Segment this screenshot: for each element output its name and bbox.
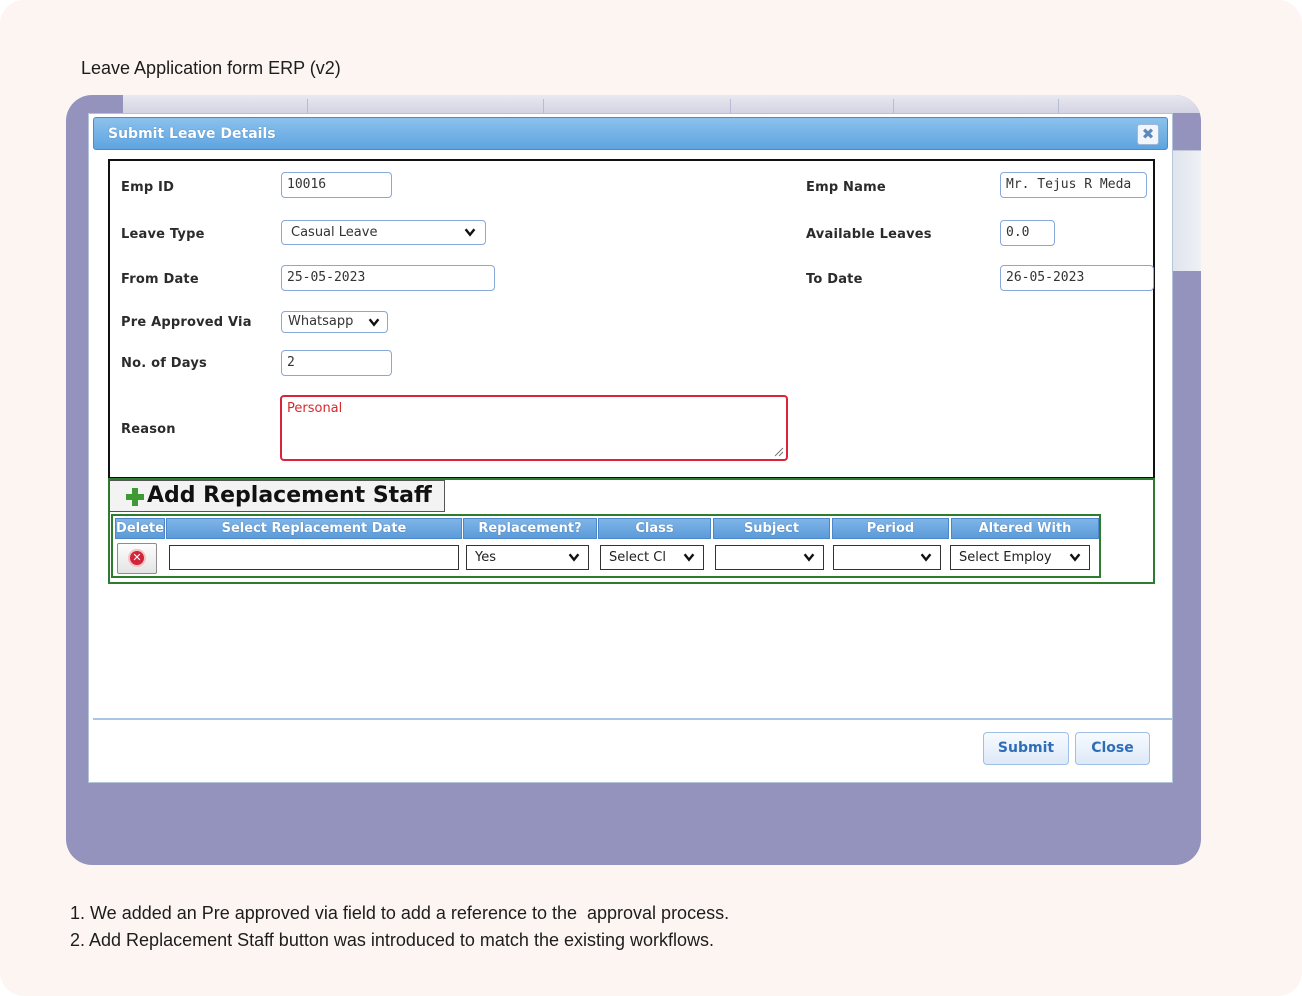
plus-icon — [126, 488, 144, 506]
dialog-titlebar[interactable]: Submit Leave Details ✖ — [93, 117, 1168, 150]
emp-id-field[interactable]: 10016 — [281, 172, 392, 198]
from-date-label: From Date — [121, 272, 199, 287]
chevron-down-icon — [568, 553, 580, 562]
col-replacement-date: Select Replacement Date — [166, 518, 462, 539]
replacement-table: Delete Select Replacement Date Replaceme… — [111, 514, 1101, 578]
replacement-date-input[interactable] — [169, 545, 459, 570]
chevron-down-icon — [464, 228, 476, 237]
emp-name-label: Emp Name — [806, 180, 886, 195]
add-replacement-staff-button[interactable]: Add Replacement Staff — [109, 480, 445, 512]
add-replacement-staff-label: Add Replacement Staff — [147, 483, 432, 508]
submit-button[interactable]: Submit — [983, 732, 1069, 765]
pre-approved-via-label: Pre Approved Via — [121, 315, 252, 330]
delete-icon: ✕ — [128, 549, 146, 567]
col-replacement: Replacement? — [463, 518, 597, 539]
background-tab-strip — [123, 95, 1201, 113]
page-canvas: Leave Application form ERP (v2) Submit L… — [0, 0, 1302, 996]
altered-with-value: Select Employ — [959, 550, 1052, 565]
reason-label: Reason — [121, 422, 176, 437]
col-subject: Subject — [713, 518, 830, 539]
col-period: Period — [832, 518, 949, 539]
resize-grip-icon[interactable] — [773, 446, 784, 457]
chevron-down-icon — [368, 318, 380, 327]
chevron-down-icon — [920, 553, 932, 562]
reason-textarea[interactable]: Personal — [280, 395, 788, 461]
available-leaves-field[interactable]: 0.0 — [1000, 220, 1055, 246]
reason-value: Personal — [287, 401, 343, 416]
altered-with-select[interactable]: Select Employ — [950, 545, 1090, 570]
no-of-days-field[interactable]: 2 — [281, 350, 392, 376]
col-altered-with: Altered With — [951, 518, 1099, 539]
note-item: 2. Add Replacement Staff button was intr… — [70, 930, 715, 950]
chevron-down-icon — [683, 553, 695, 562]
to-date-field[interactable]: 26-05-2023 — [1000, 265, 1154, 291]
pre-approved-via-select[interactable]: Whatsapp — [281, 311, 388, 333]
from-date-field[interactable]: 25-05-2023 — [281, 265, 495, 291]
close-icon[interactable]: ✖ — [1137, 124, 1159, 145]
class-value: Select Cl — [609, 550, 666, 565]
leave-type-label: Leave Type — [121, 227, 205, 242]
page-title: Leave Application form ERP (v2) — [81, 58, 341, 78]
emp-name-field[interactable]: Mr. Tejus R Meda — [1000, 172, 1147, 198]
col-class: Class — [598, 518, 711, 539]
dialog-title: Submit Leave Details — [108, 126, 276, 142]
chevron-down-icon — [1069, 553, 1081, 562]
notes-list: 1. We added an Pre approved via field to… — [70, 900, 729, 954]
pre-approved-via-value: Whatsapp — [288, 314, 354, 329]
col-delete: Delete — [115, 518, 165, 539]
leave-type-value: Casual Leave — [291, 225, 378, 240]
no-of-days-label: No. of Days — [121, 356, 207, 371]
chevron-down-icon — [803, 553, 815, 562]
submit-leave-dialog: Submit Leave Details ✖ Emp ID 10016 Emp … — [88, 113, 1173, 783]
leave-type-select[interactable]: Casual Leave — [281, 220, 486, 245]
available-leaves-label: Available Leaves — [806, 227, 932, 242]
class-select[interactable]: Select Cl — [600, 545, 704, 570]
to-date-label: To Date — [806, 272, 863, 287]
close-button[interactable]: Close — [1075, 732, 1150, 765]
replacement-value: Yes — [475, 550, 496, 565]
delete-row-button[interactable]: ✕ — [117, 543, 157, 574]
note-item: 1. We added an Pre approved via field to… — [70, 903, 730, 923]
emp-id-label: Emp ID — [121, 180, 175, 195]
subject-select[interactable] — [715, 545, 824, 570]
replacement-select[interactable]: Yes — [466, 545, 589, 570]
background-side-panel — [1172, 150, 1201, 271]
footer-divider — [93, 718, 1172, 720]
period-select[interactable] — [833, 545, 941, 570]
